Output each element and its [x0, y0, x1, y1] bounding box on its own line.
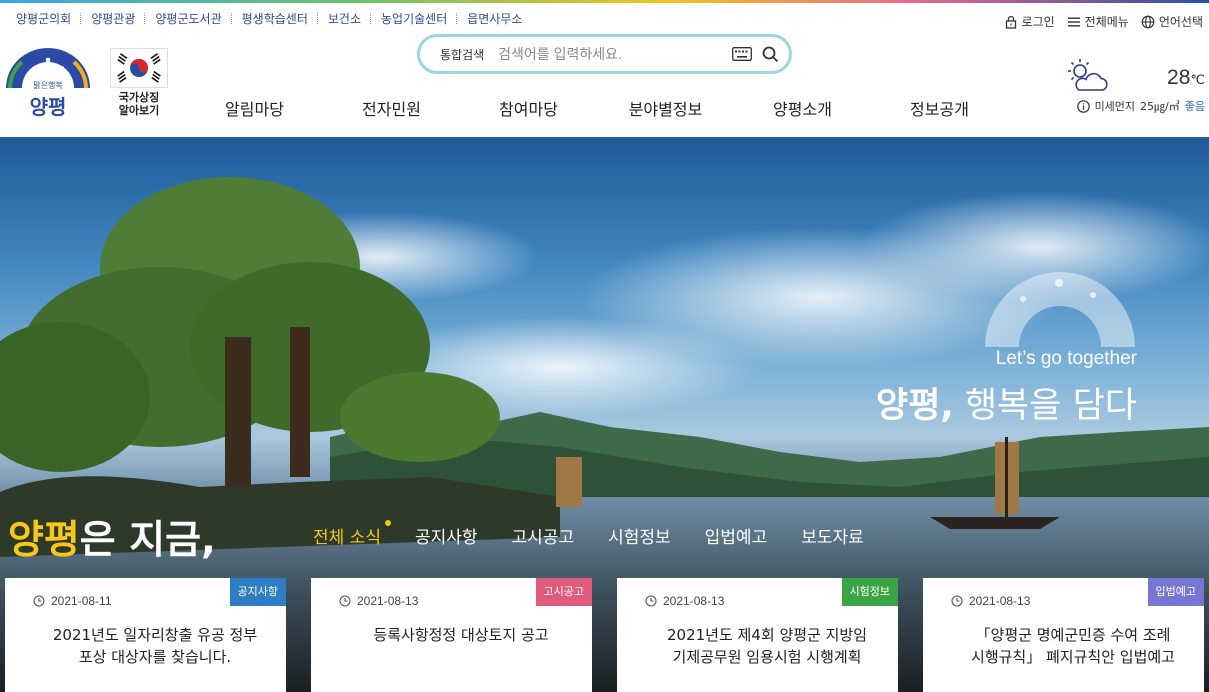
temperature: 28℃: [1167, 66, 1205, 89]
all-menu-label: 전체메뉴: [1084, 15, 1129, 29]
dust-status: 좋음: [1184, 100, 1205, 113]
yangpyeong-logo[interactable]: 맑은행복 양평: [4, 46, 92, 122]
news-section-title: 양평은 지금,: [8, 518, 216, 563]
fine-dust-info: 미세먼지 25㎍/㎥ 좋음: [1076, 98, 1205, 114]
card-title: 2021년도 제4회 양평군 지방임 기제공무원 임용시험 시행계획: [666, 626, 868, 666]
utility-links: 양평군의회 양평관광 양평군도서관 평생학습센터 보건소 농업기술센터 읍면사무…: [8, 10, 532, 27]
nav-notice[interactable]: 알림마당: [186, 96, 323, 120]
search-icon[interactable]: [762, 46, 779, 63]
news-card[interactable]: 2021-08-11 공지사항 2021년도 일자리창출 유공 정부 포상 대상자…: [5, 578, 286, 692]
tab-announcements[interactable]: 고시공고: [512, 523, 575, 548]
clock-icon: [339, 595, 351, 607]
card-category-badge: 시험정보: [841, 578, 898, 606]
search-category[interactable]: 통합검색: [440, 46, 484, 63]
clock-icon: [33, 595, 45, 607]
news-tabs: 전체 소식 공지사항 고시공고 시험정보 입법예고 보도자료: [313, 520, 898, 548]
card-title: 「양평군 명예군민증 수여 조례 시행규칙」 폐지규칙안 입법예고: [971, 626, 1175, 666]
tab-all-news[interactable]: 전체 소식: [313, 520, 391, 548]
language-label: 언어선택: [1158, 15, 1203, 29]
link-town-offices[interactable]: 읍면사무소: [456, 10, 532, 27]
link-agri-tech-center[interactable]: 농업기술센터: [369, 10, 457, 27]
news-card[interactable]: 2021-08-13 고시공고 등록사항정정 대상토지 공고: [311, 578, 592, 692]
search-input[interactable]: [498, 46, 732, 62]
nav-participation[interactable]: 참여마당: [460, 96, 597, 120]
nav-open-info[interactable]: 정보공개: [871, 96, 1008, 120]
link-health-center[interactable]: 보건소: [316, 10, 371, 27]
login-label: 로그인: [1021, 15, 1055, 29]
nav-about[interactable]: 양평소개: [734, 96, 871, 120]
tab-legislation[interactable]: 입법예고: [705, 523, 768, 548]
dust-label: 미세먼지: [1094, 100, 1136, 113]
card-category-badge: 입법예고: [1147, 578, 1204, 606]
link-council[interactable]: 양평군의회: [8, 10, 81, 27]
lock-icon: [1005, 15, 1016, 29]
clock-icon: [951, 595, 963, 607]
news-card[interactable]: 2021-08-13 입법예고 「양평군 명예군민증 수여 조례 시행규칙」 폐지…: [923, 578, 1204, 692]
keyboard-icon[interactable]: [732, 47, 752, 61]
news-card[interactable]: 2021-08-13 시험정보 2021년도 제4회 양평군 지방임 기제공무원 …: [617, 578, 898, 692]
main-navigation: 알림마당 전자민원 참여마당 분야별정보 양평소개 정보공개: [186, 96, 1008, 120]
svg-text:양평: 양평: [30, 95, 67, 119]
search-bar: 통합검색: [417, 34, 792, 74]
slogan-korean: 양평, 행복을 담다: [876, 386, 1137, 426]
card-title: 2021년도 일자리창출 유공 정부 포상 대상자를 찾습니다.: [52, 626, 258, 666]
svg-text:맑은행복: 맑은행복: [33, 80, 62, 90]
link-tourism[interactable]: 양평관광: [80, 10, 145, 27]
card-title: 등록사항정정 대상토지 공고: [373, 626, 549, 644]
tab-press-releases[interactable]: 보도자료: [801, 523, 864, 548]
link-library[interactable]: 양평군도서관: [144, 10, 231, 27]
tab-exam-info[interactable]: 시험정보: [608, 523, 671, 548]
rainbow-emblem-icon: [985, 272, 1135, 347]
hero-banner: Let’s go together 양평, 행복을 담다 양평은 지금, 전체 …: [0, 137, 1209, 692]
globe-icon: [1141, 15, 1155, 28]
slogan-english: Let’s go together: [995, 348, 1137, 369]
national-symbol-link[interactable]: 국가상징 알아보기: [108, 48, 170, 120]
partly-cloudy-icon: [1068, 59, 1108, 91]
card-category-badge: 고시공고: [535, 578, 592, 606]
language-button[interactable]: 언어선택: [1141, 13, 1203, 30]
login-button[interactable]: 로그인: [1004, 13, 1055, 30]
logo-emblem-icon: 맑은행복 양평: [6, 48, 90, 119]
news-cards: 2021-08-11 공지사항 2021년도 일자리창출 유공 정부 포상 대상자…: [5, 578, 1204, 692]
taegukgi-icon: [110, 48, 168, 88]
dust-value: 25㎍/㎥: [1140, 100, 1180, 113]
national-symbol-label: 국가상징 알아보기: [118, 91, 160, 117]
tab-notices[interactable]: 공지사항: [415, 523, 478, 548]
card-category-badge: 공지사항: [229, 578, 286, 606]
hamburger-icon: [1067, 17, 1080, 26]
utility-right: 로그인 전체메뉴 언어선택: [1004, 13, 1203, 30]
top-color-bar: [0, 0, 1209, 3]
all-menu-button[interactable]: 전체메뉴: [1067, 13, 1129, 30]
clock-icon: [645, 595, 657, 607]
nav-field-info[interactable]: 분야별정보: [597, 96, 734, 120]
nav-e-civil[interactable]: 전자민원: [323, 96, 460, 120]
link-lifelong-learning[interactable]: 평생학습센터: [230, 10, 318, 27]
info-icon: [1076, 99, 1090, 113]
